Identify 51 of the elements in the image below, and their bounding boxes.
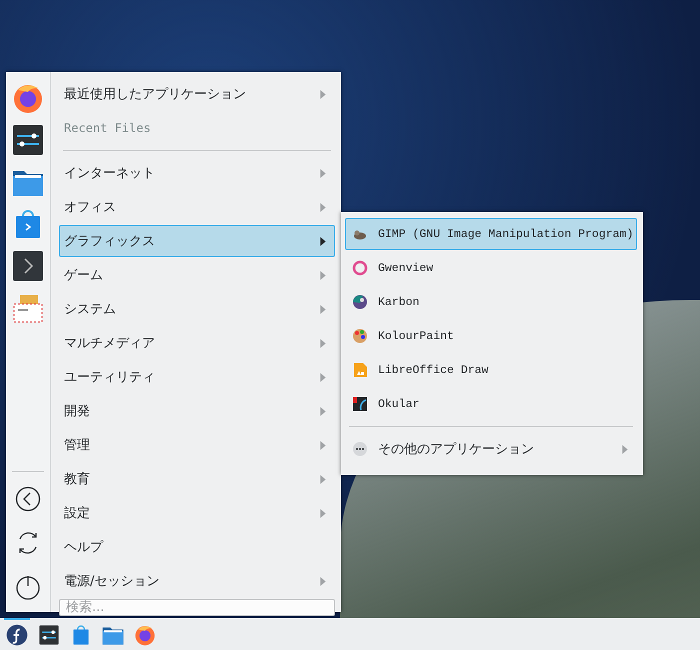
menu-item[interactable]: LibreOffice Draw	[345, 354, 637, 386]
menu-item[interactable]: ゲーム	[59, 259, 335, 291]
menu-item[interactable]: 設定	[59, 497, 335, 529]
ring-icon	[352, 260, 368, 276]
sliders-icon[interactable]	[12, 124, 44, 156]
menu-item[interactable]: GIMP (GNU Image Manipulation Program)	[345, 218, 637, 250]
menu-item[interactable]: KolourPaint	[345, 320, 637, 352]
menu-item[interactable]: ヘルプ	[59, 531, 335, 563]
menu-item[interactable]: オフィス	[59, 191, 335, 223]
mail-icon[interactable]	[12, 292, 44, 324]
submenu-arrow-icon	[320, 236, 326, 246]
menu-item[interactable]: Okular	[345, 388, 637, 420]
menu-item[interactable]: 最近使用したアプリケーション	[59, 78, 335, 110]
submenu-arrow-icon	[320, 168, 326, 178]
search-field[interactable]: 検索...	[59, 599, 335, 616]
menu-item[interactable]: その他のアプリケーション	[345, 433, 637, 465]
karbon-icon	[352, 294, 368, 310]
palette-icon	[352, 328, 368, 344]
more-icon	[352, 441, 368, 457]
menu-item[interactable]: 電源/セッション	[59, 565, 335, 597]
menu-item[interactable]: システム	[59, 293, 335, 325]
fedora-logo-icon	[6, 624, 28, 646]
submenu-arrow-icon	[320, 270, 326, 280]
menu-item[interactable]: グラフィックス	[59, 225, 335, 257]
terminal-icon[interactable]	[12, 250, 44, 282]
menu-item[interactable]: 教育	[59, 463, 335, 495]
menu-item[interactable]: インターネット	[59, 157, 335, 189]
menu-item[interactable]: 開発	[59, 395, 335, 427]
menu-item[interactable]: ユーティリティ	[59, 361, 335, 393]
menu-item[interactable]: 管理	[59, 429, 335, 461]
submenu-arrow-icon	[320, 474, 326, 484]
menu-label: Recent Files	[63, 120, 152, 137]
browser-icon[interactable]	[12, 82, 44, 114]
menu-item[interactable]: Karbon	[345, 286, 637, 318]
submenu-arrow-icon	[320, 508, 326, 518]
okular-icon	[352, 396, 368, 412]
menu-item[interactable]: Gwenview	[345, 252, 637, 284]
menu-item[interactable]: マルチメディア	[59, 327, 335, 359]
submenu-arrow-icon	[320, 440, 326, 450]
browser-icon	[134, 624, 156, 646]
submenu-arrow-icon	[320, 202, 326, 212]
submenu-arrow-icon	[622, 444, 628, 454]
submenu-arrow-icon	[320, 304, 326, 314]
submenu-arrow-icon	[320, 576, 326, 586]
document-icon	[352, 362, 368, 378]
sliders-icon	[38, 624, 60, 646]
power-icon[interactable]	[15, 574, 41, 600]
submenu-arrow-icon	[320, 90, 326, 98]
submenu-arrow-icon	[320, 338, 326, 348]
submenu-arrow-icon	[320, 406, 326, 416]
submenu-arrow-icon	[320, 372, 326, 382]
